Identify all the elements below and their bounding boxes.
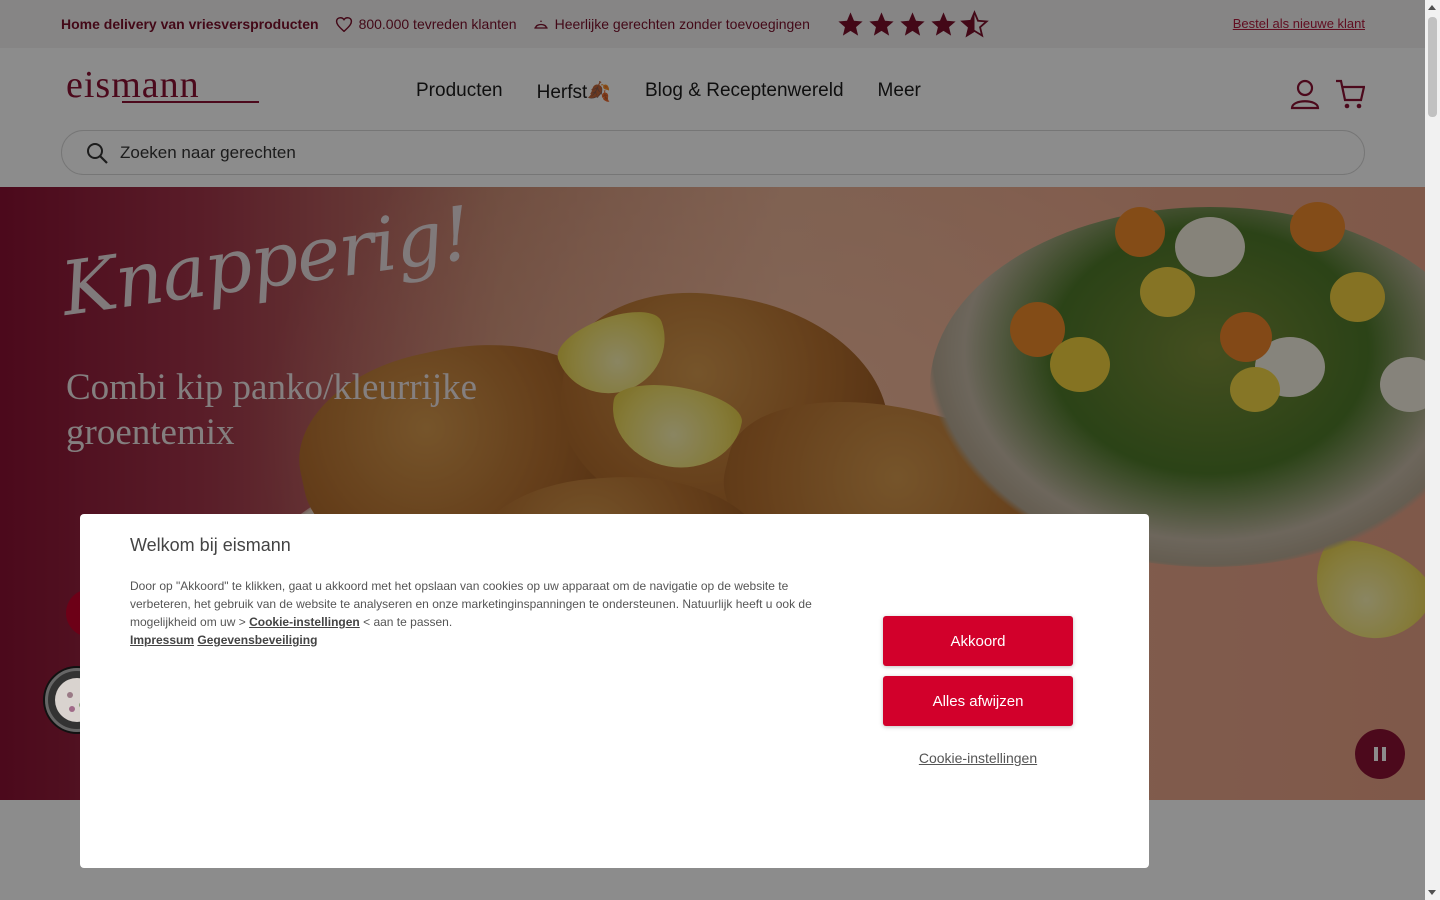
cookie-settings-button[interactable]: Cookie-instellingen	[883, 750, 1073, 766]
cookie-settings-inline-link[interactable]: Cookie-instellingen	[249, 615, 360, 629]
cookie-text-after: < aan te passen.	[363, 615, 453, 629]
scroll-thumb[interactable]	[1428, 17, 1437, 117]
accept-cookies-button[interactable]: Akkoord	[883, 616, 1073, 666]
impressum-link[interactable]: Impressum	[130, 633, 194, 647]
cookie-dialog-text: Door op "Akkoord" te klikken, gaat u akk…	[130, 577, 835, 649]
page-scrollbar[interactable]	[1425, 0, 1440, 900]
privacy-link[interactable]: Gegevensbeveiliging	[197, 633, 317, 647]
cookie-crumb	[69, 706, 75, 712]
cookie-dialog-title: Welkom bij eismann	[130, 535, 291, 555]
cookie-consent-dialog: Welkom bij eismann Door op "Akkoord" te …	[80, 514, 1149, 868]
cookie-crumb	[67, 692, 73, 698]
cookie-text-before: Door op "Akkoord" te klikken, gaat u akk…	[130, 579, 812, 629]
scroll-down-arrow-icon[interactable]	[1428, 890, 1436, 895]
scroll-up-arrow-icon[interactable]	[1428, 5, 1436, 10]
reject-all-button[interactable]: Alles afwijzen	[883, 676, 1073, 726]
